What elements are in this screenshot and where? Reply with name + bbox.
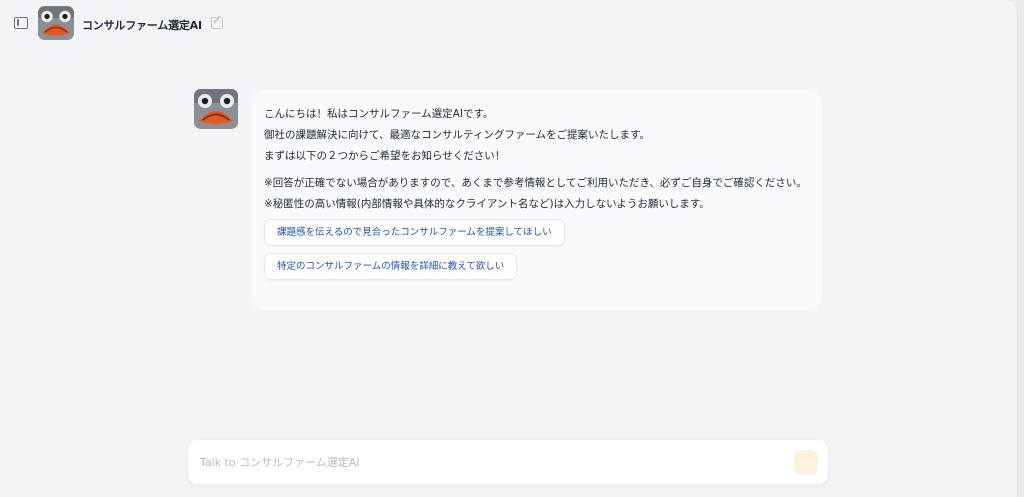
message-line: 御社の課題解決に向けて、最適なコンサルティングファームをご提案いたします。: [264, 129, 650, 141]
send-icon[interactable]: [794, 450, 818, 474]
suggestion-propose-firm-button[interactable]: 課題感を伝えるので見合ったコンサルファームを提案してほしい: [264, 219, 565, 246]
message-input[interactable]: [200, 452, 780, 472]
app-title: コンサルファーム選定AI: [82, 19, 202, 32]
bot-avatar: [38, 6, 74, 40]
edit-icon[interactable]: [211, 17, 223, 29]
privacy-note: ※秘匿性の高い情報(内部情報や具体的なクライアント名など)は入力しないようお願い…: [264, 198, 710, 210]
message-avatar: [194, 89, 238, 129]
suggestion-list: 課題感を伝えるので見合ったコンサルファームを提案してほしい 特定のコンサルファー…: [264, 219, 810, 280]
composer: [188, 440, 828, 484]
suggestion-firm-details-button[interactable]: 特定のコンサルファームの情報を詳細に教えて欲しい: [264, 253, 518, 280]
header: コンサルファーム選定AI: [0, 0, 1017, 46]
sidebar-toggle-icon[interactable]: [14, 17, 28, 29]
assistant-message: こんにちは！私はコンサルファーム選定AIです。 御社の課題解決に向けて、最適なコ…: [252, 90, 822, 310]
disclaimer-note: ※回答が正確でない場合がありますので、あくまで参考情報としてご利用いただき、必ず…: [264, 177, 807, 189]
chat-app: コンサルファーム選定AI こんにちは！私はコンサルファーム選定AIです。 御社の…: [0, 0, 1018, 497]
bot-face-icon: [38, 6, 74, 40]
bot-face-icon: [194, 89, 238, 129]
message-line: まずは以下の２つからご希望をお知らせください！: [264, 150, 506, 162]
message-line: こんにちは！私はコンサルファーム選定AIです。: [264, 108, 494, 120]
